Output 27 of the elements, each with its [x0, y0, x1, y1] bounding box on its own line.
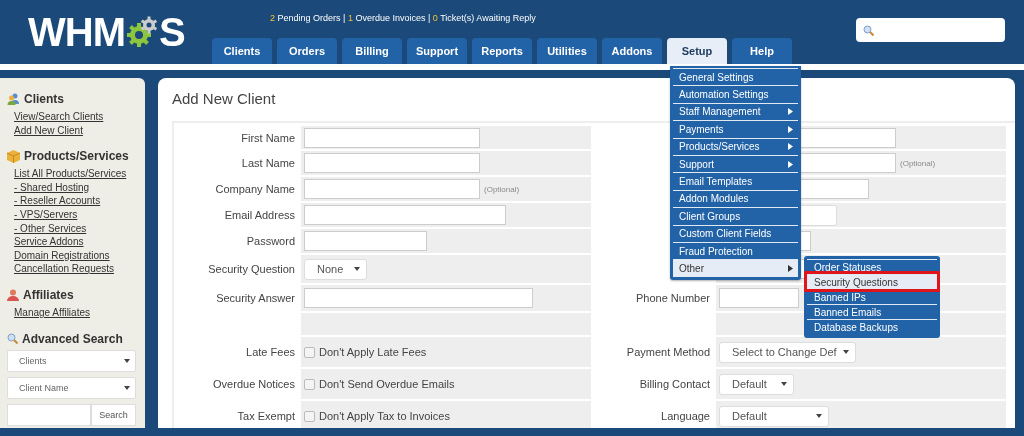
sidebar-heading: Affiliates [23, 287, 74, 302]
field-label: Phone Number [636, 292, 710, 304]
sidebar-heading: Products/Services [24, 149, 129, 164]
sidebar-heading: Advanced Search [22, 331, 123, 346]
field-label: First Name [241, 131, 295, 144]
logo-text: S [158, 12, 185, 52]
field-label: Late Fees [246, 346, 295, 358]
notification-text: 2 Pending Orders | 1 Overdue Invoices | 0 Ticket(s) Awaiting Reply [270, 13, 537, 23]
field-label: Last Name [241, 157, 295, 169]
field-label: Security Question [208, 263, 295, 275]
field-label: Company Name [215, 183, 295, 195]
optional-hint: (Optional) [484, 184, 520, 194]
checkbox-label: Don't Apply Late Fees [319, 346, 427, 358]
field-label: Language [661, 410, 710, 422]
field-label: Payment Method [626, 346, 710, 358]
logo-text: WHM [28, 12, 125, 52]
sidebar-heading: Clients [24, 92, 64, 106]
field-label: Email Address [224, 209, 295, 221]
checkbox-label: Don't Apply Tax to Invoices [319, 410, 450, 422]
field-label: Password [246, 235, 295, 247]
optional-hint: (Optional) [900, 158, 936, 168]
field-label: Overdue Notices [213, 378, 295, 390]
field-label: Security Answer [216, 292, 295, 304]
checkbox-label: Don't Send Overdue Emails [319, 378, 455, 390]
field-label: Billing Contact [639, 378, 710, 390]
field-label: Tax Exempt [237, 410, 295, 422]
page-title: Add New Client [172, 90, 276, 107]
